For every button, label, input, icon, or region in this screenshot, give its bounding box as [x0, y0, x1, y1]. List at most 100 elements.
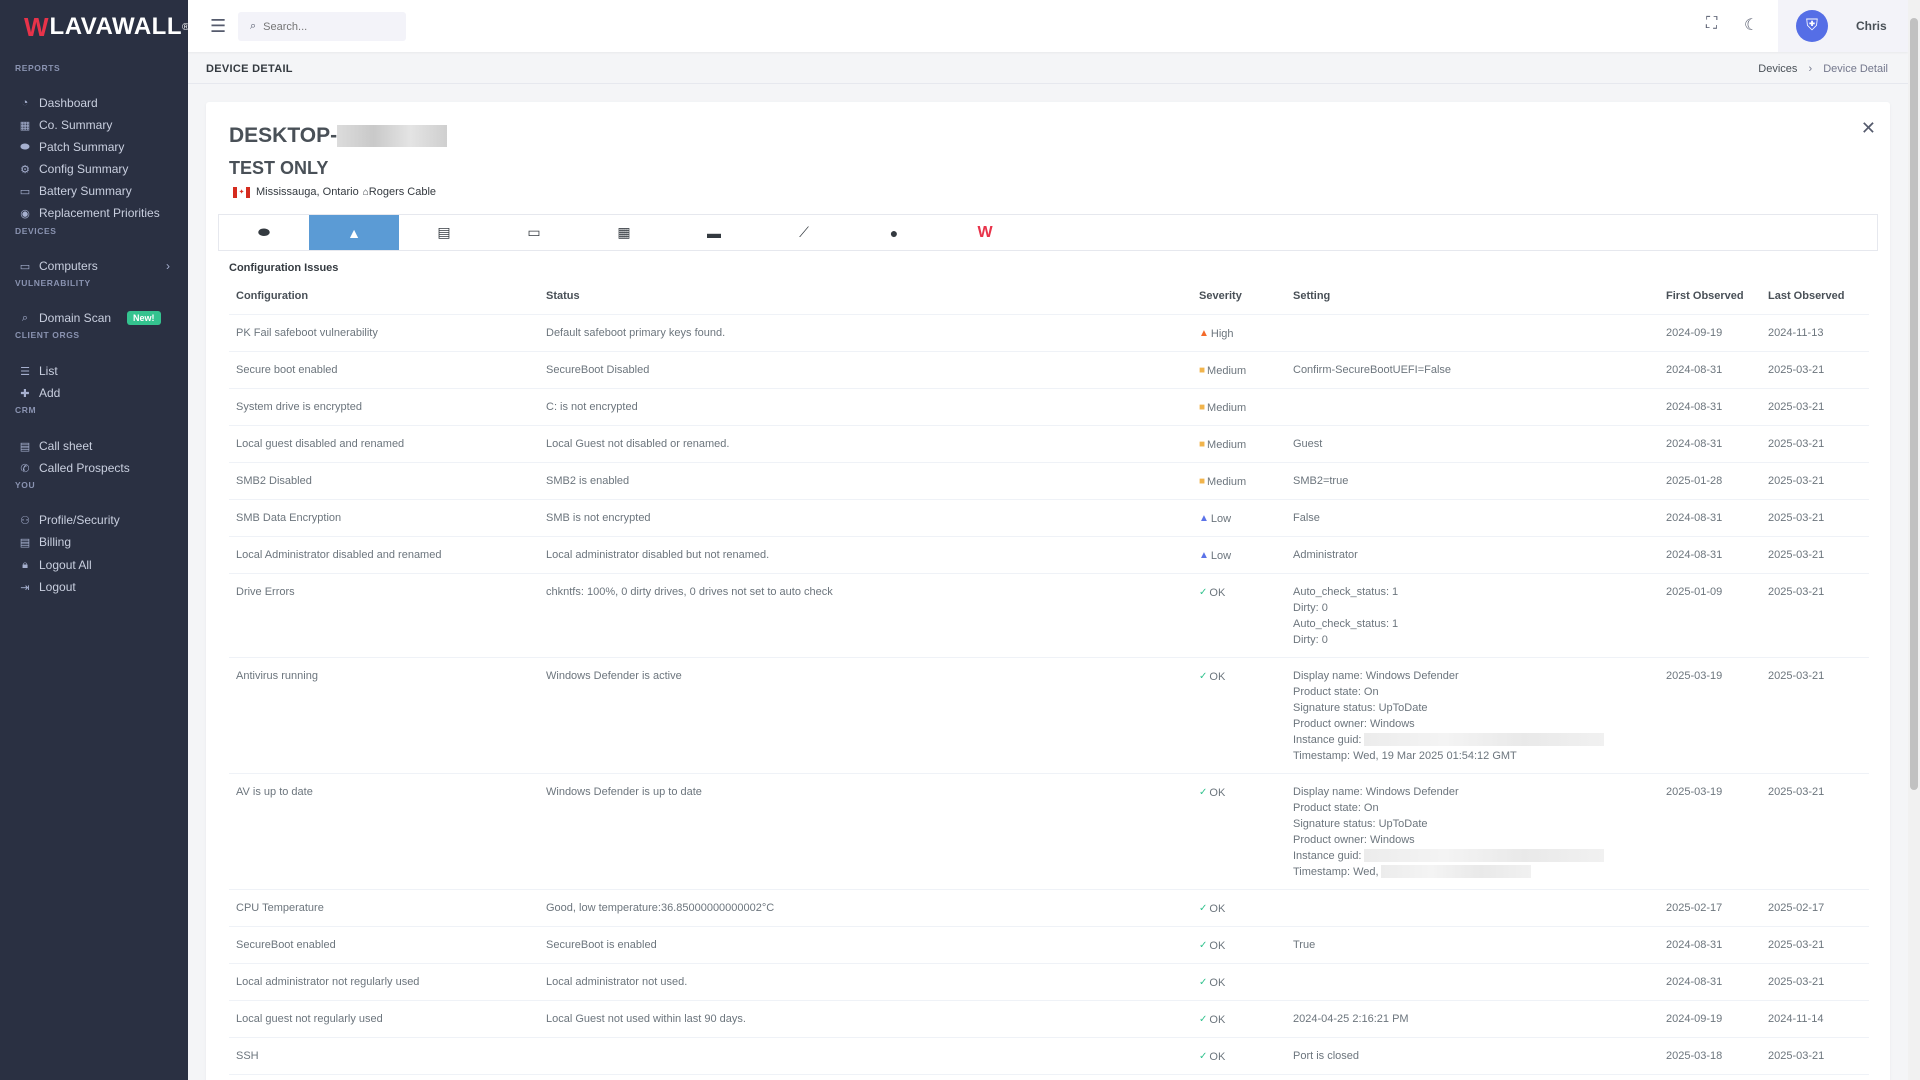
- tab-table[interactable]: ▦: [579, 215, 669, 250]
- tab-document[interactable]: ▤: [399, 215, 489, 250]
- table-row[interactable]: Local Administrator disabled and renamed…: [229, 536, 1869, 574]
- first-observed-cell: 2025-03-19: [1659, 773, 1761, 890]
- sidebar-item-called-prospects[interactable]: ✆ Called Prospects: [0, 458, 188, 478]
- tab-chart-line[interactable]: ⟋: [759, 215, 849, 250]
- last-observed-cell: 2024-11-13: [1761, 314, 1869, 352]
- scrollbar-thumb[interactable]: [1910, 18, 1918, 790]
- sidebar-item-domain-scan[interactable]: ⌕ Domain Scan New!: [0, 308, 188, 328]
- severity-cell: ■ Medium: [1192, 425, 1286, 463]
- table-row[interactable]: Local machine default scope execution po…: [229, 1074, 1869, 1080]
- page-title-bar: DEVICE DETAIL Devices › Device Detail: [188, 52, 1908, 84]
- last-observed-cell: 2025-03-21: [1761, 536, 1869, 574]
- sidebar-item-call-sheet[interactable]: ▤ Call sheet: [0, 436, 188, 456]
- document-icon: ▤: [437, 224, 451, 240]
- table-row[interactable]: SecureBoot enabled SecureBoot is enabled ✓…: [229, 926, 1869, 964]
- building-icon: ▦: [19, 119, 31, 132]
- first-observed-cell: 2025-03-18: [1659, 1037, 1761, 1075]
- check-icon: ✓: [1199, 786, 1208, 798]
- hamburger-menu-icon[interactable]: ☰: [210, 16, 226, 37]
- table-row[interactable]: Secure boot enabled SecureBoot Disabled ■ M…: [229, 351, 1869, 389]
- close-icon[interactable]: ✕: [1861, 118, 1876, 139]
- sidebar-item-label: Billing: [39, 535, 72, 549]
- sidebar-section-title: CLIENT ORGS: [15, 330, 80, 340]
- table-row[interactable]: SMB Data Encryption SMB is not encrypted ▲…: [229, 499, 1869, 537]
- table-row[interactable]: PK Fail safeboot vulnerability Default sa…: [229, 314, 1869, 352]
- tab-user-group[interactable]: ●: [849, 215, 939, 250]
- severity-badge: ✓ OK: [1199, 938, 1225, 954]
- tab-bandage[interactable]: ⬬: [219, 215, 309, 250]
- setting-text: Guest: [1293, 437, 1323, 450]
- dollar-icon: ◉: [20, 207, 30, 220]
- sidebar-item-profile-security[interactable]: ⚇ Profile/Security: [0, 510, 188, 530]
- sidebar-item-replacement-priorities[interactable]: ◉ Replacement Priorities: [0, 203, 188, 223]
- sidebar-item-dashboard[interactable]: ◔ Dashboard: [0, 93, 188, 113]
- status-cell: Local Guest not disabled or renamed.: [539, 425, 1192, 463]
- setting-cell: [1286, 963, 1659, 1001]
- table-row[interactable]: Local guest disabled and renamed Local Gu…: [229, 425, 1869, 463]
- severity-label: OK: [1209, 976, 1226, 989]
- tab-lavawall-logo[interactable]: W: [939, 215, 1029, 250]
- user-menu[interactable]: ⛨ Chris: [1778, 0, 1908, 52]
- setting-cell: Port is closed: [1286, 1037, 1659, 1075]
- sidebar-item-patch-summary[interactable]: ⬬ Patch Summary: [0, 137, 188, 157]
- lavawall-logo[interactable]: W LAVAWALL ®: [0, 0, 189, 54]
- severity-label: High: [1210, 327, 1234, 340]
- medium-square-icon: ■: [1199, 438, 1206, 450]
- tab-monitor[interactable]: ▬: [669, 215, 759, 250]
- sidebar-item-billing[interactable]: ▤ Billing: [0, 532, 188, 552]
- sidebar-item-co-summary[interactable]: ▦ Co. Summary: [0, 115, 188, 135]
- sidebar-item-battery-summary[interactable]: ▭ Battery Summary: [0, 181, 188, 201]
- column-header[interactable]: Last Observed: [1761, 279, 1869, 315]
- setting-line: Display name: Windows Defender: [1293, 668, 1652, 684]
- severity-badge: ✓ OK: [1199, 901, 1225, 917]
- table-row[interactable]: Drive Errors chkntfs: 100%, 0 dirty drive…: [229, 573, 1869, 658]
- severity-label: OK: [1209, 1013, 1226, 1026]
- chevron-right-icon: ›: [166, 259, 170, 273]
- table-row[interactable]: SMB2 Disabled SMB2 is enabled ■ Medium SMB2=…: [229, 462, 1869, 500]
- breadcrumb-separator-icon: ›: [1808, 63, 1813, 75]
- first-observed-cell: 2024-09-19: [1659, 1000, 1761, 1038]
- sidebar-item-logout-all[interactable]: 🔒︎ Logout All: [0, 555, 188, 575]
- status-cell: SMB2 is enabled: [539, 462, 1192, 500]
- setting-text: False: [1293, 511, 1320, 524]
- first-observed-cell: 2025-01-28: [1659, 462, 1761, 500]
- avatar: ⛨: [1796, 10, 1828, 42]
- setting-cell: [1286, 388, 1659, 426]
- sidebar-item-list[interactable]: ☰ List: [0, 361, 188, 381]
- table-row[interactable]: System drive is encrypted C: is not encry…: [229, 388, 1869, 426]
- column-header[interactable]: Configuration: [229, 279, 539, 315]
- sidebar-item-logout[interactable]: ⇥ Logout: [0, 577, 188, 597]
- search-box[interactable]: ⌕: [238, 12, 406, 41]
- first-observed-cell: 2025-01-09: [1659, 573, 1761, 658]
- table-row[interactable]: Antivirus running Windows Defender is act…: [229, 657, 1869, 774]
- setting-text: True: [1293, 938, 1316, 951]
- tab-calendar[interactable]: ▭: [489, 215, 579, 250]
- column-header[interactable]: Setting: [1286, 279, 1659, 315]
- status-cell: chkntfs: 100%, 0 dirty drives, 0 drives …: [539, 573, 1192, 658]
- sidebar-item-computers[interactable]: ▭ Computers ›: [0, 256, 188, 276]
- tab-warning[interactable]: ▲: [309, 215, 399, 250]
- sidebar-item-config-summary[interactable]: ⚙ Config Summary: [0, 159, 188, 179]
- sidebar-item-add[interactable]: ✚ Add: [0, 383, 188, 403]
- column-header[interactable]: Severity: [1192, 279, 1286, 315]
- dark-mode-icon[interactable]: ☾: [1744, 15, 1758, 35]
- fullscreen-icon[interactable]: ⛶: [1706, 15, 1717, 33]
- breadcrumb-devices[interactable]: Devices: [1758, 63, 1797, 75]
- sidebar-item-label: Profile/Security: [39, 513, 120, 527]
- severity-cell: ✓OK: [1192, 1000, 1286, 1038]
- scrollbar[interactable]: [1908, 0, 1920, 1080]
- setting-text: Signature status: UpToDate: [1293, 817, 1428, 830]
- table-row[interactable]: Local administrator not regularly used Lo…: [229, 963, 1869, 1001]
- table-row[interactable]: CPU Temperature Good, low temperature:36.…: [229, 889, 1869, 927]
- medium-square-icon: ■: [1199, 401, 1206, 413]
- table-row[interactable]: Local guest not regularly used Local Gues…: [229, 1000, 1869, 1038]
- column-header[interactable]: First Observed: [1659, 279, 1761, 315]
- logout-icon: ⇥: [20, 581, 30, 594]
- column-header[interactable]: Status: [539, 279, 1192, 315]
- first-observed-cell: 2024-08-31: [1659, 499, 1761, 537]
- table-row[interactable]: SSH ✓ OK Port is closed 2025-03-18 2025-03-21: [229, 1037, 1869, 1075]
- device-name: DESKTOP-: [229, 124, 448, 148]
- search-input[interactable]: [263, 20, 394, 33]
- config-cell: PK Fail safeboot vulnerability: [229, 314, 539, 352]
- table-row[interactable]: AV is up to date Windows Defender is up t…: [229, 773, 1869, 890]
